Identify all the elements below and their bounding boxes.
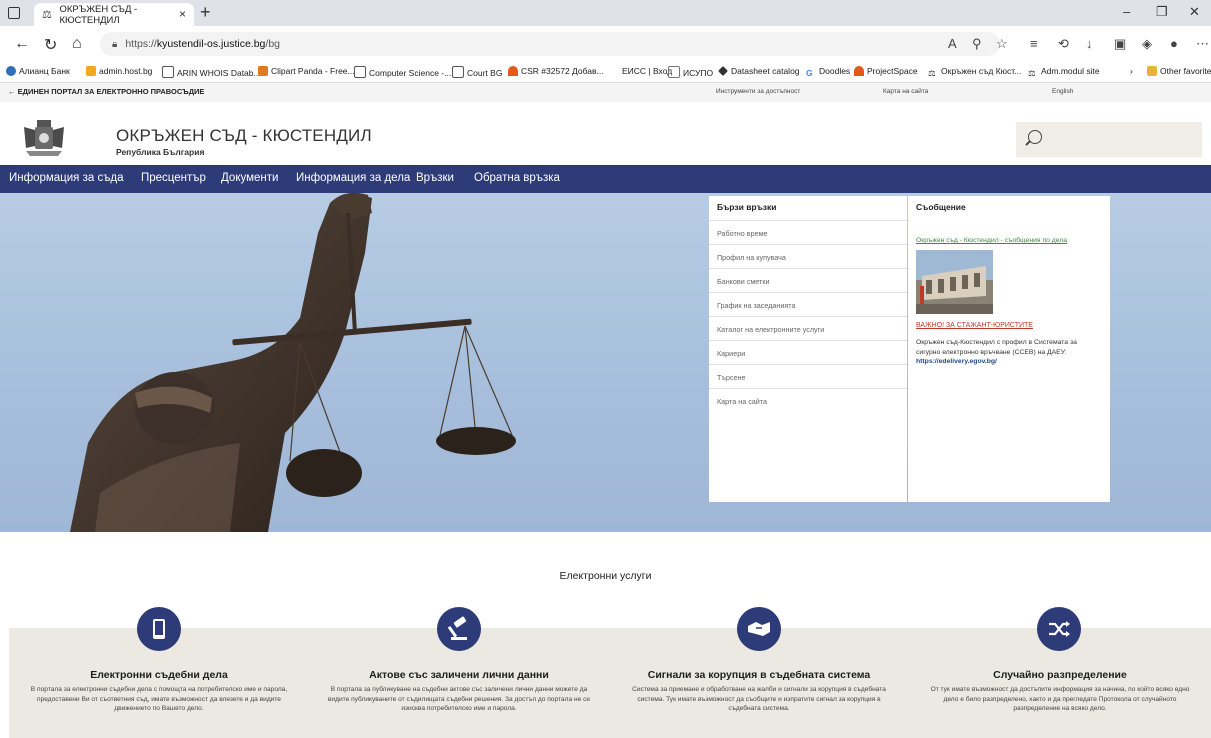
lock-icon: 🔒︎ <box>112 38 118 50</box>
nav-press-center[interactable]: Пресцентър <box>141 172 206 184</box>
nav-documents[interactable]: Документи <box>221 172 278 184</box>
browser-tab[interactable]: ⚖ ОКРЪЖЕН СЪД - КЮСТЕНДИЛ × <box>34 3 194 26</box>
bookmarks-overflow-icon[interactable]: › <box>1130 66 1133 76</box>
quick-link-sitemap[interactable]: Карта на сайта <box>709 388 907 413</box>
collections-icon[interactable]: ▣ <box>1114 36 1126 52</box>
favorites-icon[interactable]: ≡ <box>1030 36 1038 51</box>
site-search-input[interactable] <box>1016 122 1202 157</box>
eservice-description: От тук имате възможност да достъпите инф… <box>930 686 1190 712</box>
read-aloud-icon[interactable]: A <box>948 36 957 51</box>
favorite-star-icon[interactable]: ☆ <box>996 36 1008 52</box>
portal-bar: ← ЕДИНЕН ПОРТАЛ ЗА ЕЛЕКТРОННО ПРАВОСЪДИЕ… <box>0 83 1211 103</box>
coat-of-arms-logo[interactable] <box>20 118 68 158</box>
eservices-title: Електронни услуги <box>559 570 652 582</box>
court-title[interactable]: ОКРЪЖЕН СЪД - КЮСТЕНДИЛ <box>116 126 372 146</box>
quick-link-search[interactable]: Търсене <box>709 364 907 389</box>
eservice-title: Актове със заличени лични данни <box>369 669 549 681</box>
bookmark-item[interactable]: Datasheet catalog <box>718 66 800 76</box>
edelivery-link[interactable]: https://edelivery.egov.bg/ <box>916 358 997 365</box>
url-path: /bg <box>265 38 281 50</box>
eservice-description: В портала за публикуване на съдебни акто… <box>327 686 591 712</box>
bookmark-item[interactable]: ARIN WHOIS Datab... <box>162 66 261 78</box>
history-icon[interactable]: ⟲ <box>1058 36 1069 52</box>
bookmark-item[interactable]: Computer Science -... <box>354 66 451 78</box>
shuffle-icon[interactable] <box>1037 607 1081 651</box>
address-bar-row: ← ↻ ⌂ 🔒︎ https://kyustendil-os.justice.b… <box>0 26 1211 62</box>
eservice-description: В портала за електронни съдебни дела с п… <box>30 686 288 712</box>
bookmark-folder[interactable]: Other favorites <box>1147 66 1211 76</box>
phone-icon[interactable] <box>137 607 181 651</box>
bookmark-item[interactable]: ⚖ Окръжен съд Кюст... <box>928 66 1021 78</box>
eservice-description: Система за приемане и обработване на жал… <box>632 686 886 712</box>
bookmark-item[interactable]: CSR #32572 Добав... <box>508 66 604 76</box>
bookmark-item[interactable]: admin.host.bg <box>86 66 152 76</box>
quick-link-bank-accounts[interactable]: Банкови сметки <box>709 268 907 293</box>
court-subtitle: Република България <box>116 147 205 157</box>
back-icon[interactable]: ← <box>14 35 30 53</box>
trainee-lawyers-link[interactable]: ВАЖНО! ЗА СТАЖАНТ-ЮРИСТИТЕ <box>916 322 1033 329</box>
bookmark-item[interactable]: Алианц Банк <box>6 66 70 76</box>
bookmarks-bar: Алианц Банк admin.host.bg ARIN WHOIS Dat… <box>0 62 1211 83</box>
nav-court-info[interactable]: Информация за съда <box>9 172 124 184</box>
quick-link-hearing-schedule[interactable]: График на заседанията <box>709 292 907 317</box>
english-link[interactable]: English <box>1052 88 1073 95</box>
court-favicon-icon: ⚖ <box>42 9 52 21</box>
quick-links-title: Бързи връзки <box>717 202 777 212</box>
quick-link-working-hours[interactable]: Работно време <box>709 220 907 245</box>
case-messages-link[interactable]: Окръжен съд - Кюстендил - съобщения по д… <box>916 237 1067 244</box>
nav-feedback[interactable]: Обратна връзка <box>474 172 560 184</box>
new-tab-icon[interactable]: + <box>200 2 211 23</box>
close-window-icon[interactable]: ✕ <box>1189 4 1200 20</box>
url-field[interactable]: 🔒︎ https://kyustendil-os.justice.bg/bg <box>100 32 1000 56</box>
accessibility-link[interactable]: Инструменти за достъпност <box>716 88 800 95</box>
tab-close-icon[interactable]: × <box>179 7 186 21</box>
bookmark-item[interactable]: Court BG <box>452 66 502 78</box>
profile-avatar-icon[interactable]: ● <box>1170 36 1178 51</box>
portal-back-link[interactable]: ← ЕДИНЕН ПОРТАЛ ЗА ЕЛЕКТРОННО ПРАВОСЪДИЕ <box>8 87 204 96</box>
browser-tabbar: ⚖ ОКРЪЖЕН СЪД - КЮСТЕНДИЛ × + – ❐ ✕ <box>0 0 1211 26</box>
refresh-icon[interactable]: ↻ <box>44 35 57 55</box>
main-navigation: Информация за съда Пресцентър Документи … <box>0 165 1211 193</box>
message-title: Съобщение <box>916 202 966 212</box>
url-prefix: https:// <box>125 38 157 50</box>
message-panel: Съобщение Окръжен съд - Кюстендил - съоб… <box>908 196 1110 502</box>
nav-links[interactable]: Връзки <box>416 172 454 184</box>
quick-link-careers[interactable]: Кариери <box>709 340 907 365</box>
eservice-title: Сигнали за корупция в съдебната система <box>647 669 871 681</box>
download-icon[interactable]: ↓ <box>1086 36 1093 51</box>
tab-actions-icon[interactable] <box>8 7 20 19</box>
bookmark-item[interactable]: ЕИСС | Вход <box>622 66 672 76</box>
bookmark-item[interactable]: G Doodles <box>806 66 850 78</box>
message-text: Окръжен съд-Кюстендил с профил в Система… <box>916 339 1077 365</box>
url-host: kyustendil-os.justice.bg <box>156 38 266 50</box>
bookmark-item[interactable]: ИСУПО <box>668 66 713 78</box>
restore-icon[interactable]: ❐ <box>1156 4 1168 20</box>
tab-title: ОКРЪЖЕН СЪД - КЮСТЕНДИЛ <box>59 3 138 26</box>
zoom-icon[interactable]: ⚲ <box>972 36 982 52</box>
quick-link-eservices-catalog[interactable]: Каталог на електронните услуги <box>709 316 907 341</box>
bookmark-item[interactable]: ⚖ Adm.modul site <box>1028 66 1100 78</box>
nav-case-info[interactable]: Информация за дела <box>296 172 410 184</box>
quick-links-panel: Бързи връзки Работно време Профил на куп… <box>709 196 907 502</box>
menu-more-icon[interactable]: ⋯ <box>1196 36 1209 52</box>
extensions-icon[interactable]: ◈ <box>1142 36 1152 52</box>
eservice-title: Случайно разпределение <box>993 669 1127 681</box>
eservice-title: Електронни съдебни дела <box>90 669 228 681</box>
minimize-icon[interactable]: – <box>1123 4 1130 19</box>
gavel-icon[interactable] <box>437 607 481 651</box>
handshake-icon[interactable] <box>737 607 781 651</box>
bookmark-item[interactable]: ProjectSpace <box>854 66 918 76</box>
home-icon[interactable]: ⌂ <box>72 35 82 53</box>
court-building-photo[interactable] <box>916 250 993 314</box>
search-icon[interactable] <box>1028 130 1042 144</box>
bookmark-item[interactable]: Clipart Panda - Free... <box>258 66 355 76</box>
quick-link-buyer-profile[interactable]: Профил на купувача <box>709 244 907 269</box>
sitemap-link[interactable]: Карта на сайта <box>883 88 928 95</box>
